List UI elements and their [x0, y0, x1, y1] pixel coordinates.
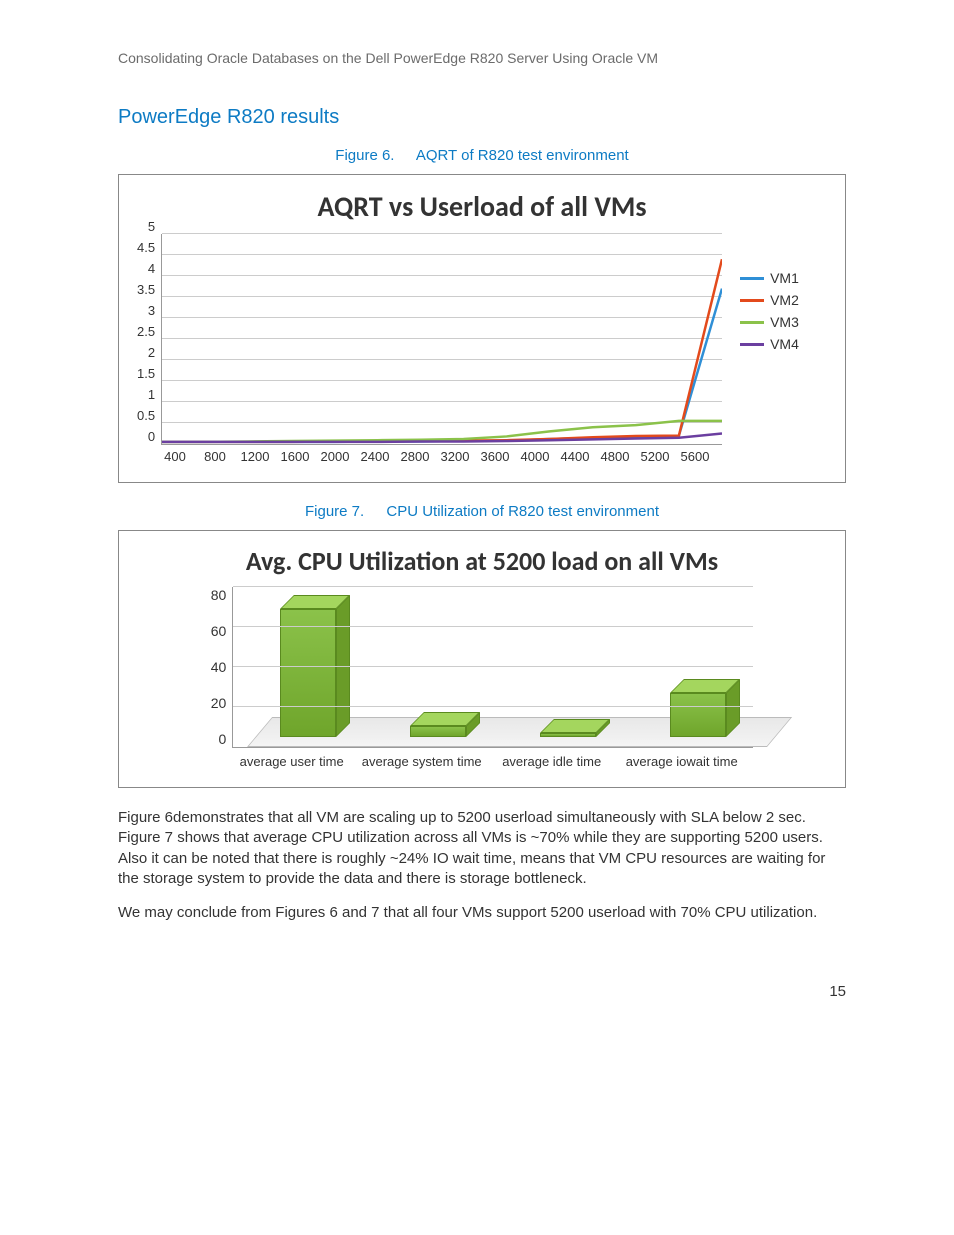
bar: [410, 726, 466, 737]
figure6-label: Figure 6.: [335, 147, 394, 164]
page-number: 15: [118, 983, 846, 1000]
figure6-chart: AQRT vs Userload of all VMs 54.543.532.5…: [118, 174, 846, 483]
paragraph-2: We may conclude from Figures 6 and 7 tha…: [118, 903, 846, 923]
page-header: Consolidating Oracle Databases on the De…: [118, 50, 846, 66]
bar: [670, 693, 726, 737]
legend-item: VM4: [740, 336, 799, 352]
chart1-xaxis: 4008001200160020002400280032003600400044…: [155, 449, 722, 464]
section-heading: PowerEdge R820 results: [118, 106, 846, 129]
figure7-label: Figure 7.: [305, 503, 364, 520]
legend-item: VM1: [740, 270, 799, 286]
figure7-text: CPU Utilization of R820 test environment: [386, 503, 659, 520]
figure6-text: AQRT of R820 test environment: [416, 147, 629, 164]
chart1-plot: [161, 234, 722, 445]
legend-item: VM2: [740, 292, 799, 308]
legend-item: VM3: [740, 314, 799, 330]
bar: [280, 609, 336, 737]
figure7-caption: Figure 7. CPU Utilization of R820 test e…: [118, 503, 846, 520]
chart1-yaxis: 54.543.532.521.510.50: [137, 234, 155, 444]
chart2-plot: [232, 587, 753, 748]
paragraph-1: Figure 6demonstrates that all VM are sca…: [118, 808, 846, 889]
chart2-xaxis: average user timeaverage system timeaver…: [227, 754, 754, 769]
chart1-title: AQRT vs Userload of all VMs: [137, 189, 827, 224]
bar: [540, 733, 596, 737]
chart1-legend: VM1 VM2 VM3 VM4: [740, 264, 799, 358]
chart2-yaxis: 806040200: [211, 587, 227, 747]
document-page: Consolidating Oracle Databases on the De…: [0, 0, 954, 1040]
figure7-chart: Avg. CPU Utilization at 5200 load on all…: [118, 530, 846, 788]
chart2-bars: [233, 587, 753, 747]
chart2-title: Avg. CPU Utilization at 5200 load on all…: [137, 545, 827, 577]
figure6-caption: Figure 6. AQRT of R820 test environment: [118, 147, 846, 164]
